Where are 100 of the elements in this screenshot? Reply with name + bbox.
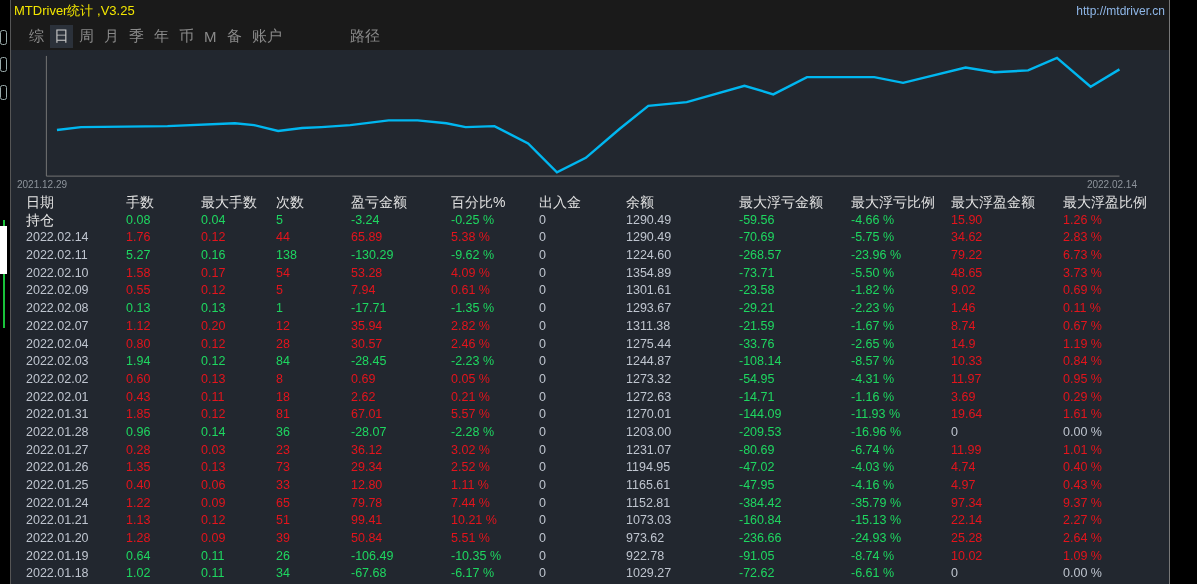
table-cell-text: 1.46 bbox=[951, 300, 977, 318]
table-cell-text: 1.28 bbox=[126, 530, 152, 548]
table-cell-text: 2022.02.14 bbox=[26, 229, 90, 247]
table-cell-text: 0.28 bbox=[126, 441, 152, 459]
table-cell-text: 2.46 % bbox=[451, 335, 491, 353]
table-cell-text: 7.44 % bbox=[451, 494, 491, 512]
table-cell-text: -8.74 % bbox=[851, 547, 896, 565]
table-cell-text: -6.74 % bbox=[851, 441, 896, 459]
table-cell-text: 0.29 % bbox=[1063, 388, 1103, 406]
tab[interactable]: 路径 bbox=[345, 24, 384, 48]
table-cell-text: 5.27 bbox=[126, 247, 152, 265]
tab[interactable]: 季 bbox=[125, 24, 148, 48]
table-cell-text: -5.50 % bbox=[851, 264, 896, 282]
table-cell-text: 1244.87 bbox=[626, 353, 673, 371]
table-cell-text: 0 bbox=[539, 300, 547, 318]
table-cell-text: -6.61 % bbox=[851, 565, 896, 583]
column-header: 最大手数 bbox=[201, 194, 258, 212]
table-cell-text: 99.41 bbox=[351, 512, 384, 530]
side-handle-icon[interactable] bbox=[0, 30, 8, 46]
table-cell-text: 5 bbox=[276, 211, 284, 229]
table-cell-text: 4.09 % bbox=[451, 264, 491, 282]
table-cell-text: 5.38 % bbox=[451, 229, 491, 247]
table-cell-text: 34.62 bbox=[951, 229, 984, 247]
table-cell-text: -23.96 % bbox=[851, 247, 903, 265]
table-cell-text: 39 bbox=[276, 530, 291, 548]
side-handle-icon[interactable] bbox=[0, 57, 8, 73]
tab[interactable]: M bbox=[200, 25, 221, 47]
table-cell-text: 0.09 bbox=[201, 494, 227, 512]
table-cell-text: 11.97 bbox=[951, 370, 983, 388]
table-cell-text: 0.21 % bbox=[451, 388, 491, 406]
table-cell-text: 0.09 bbox=[201, 530, 227, 548]
table-cell-text: -28.07 bbox=[351, 423, 388, 441]
table-cell-text: -28.45 bbox=[351, 353, 388, 371]
column-header: 次数 bbox=[276, 194, 305, 212]
table-cell-text: -59.56 bbox=[739, 211, 776, 229]
table-cell-text: 10.33 bbox=[951, 353, 984, 371]
table-cell-text: -209.53 bbox=[739, 423, 783, 441]
table-cell-text: -21.59 bbox=[739, 317, 776, 335]
table-cell-text: -47.02 bbox=[739, 459, 776, 477]
table-cell-text: 1290.49 bbox=[626, 229, 673, 247]
table-cell-text: 2022.01.24 bbox=[26, 494, 90, 512]
tab[interactable]: 年 bbox=[150, 24, 173, 48]
table-cell-text: 2022.02.02 bbox=[26, 370, 90, 388]
table-cell-text: 2022.01.26 bbox=[26, 459, 90, 477]
website-link[interactable]: http://mtdriver.cn bbox=[1076, 4, 1165, 18]
table-cell-text: 5.57 % bbox=[451, 406, 491, 424]
table-cell-text: -33.76 bbox=[739, 335, 776, 353]
table-cell-text: 12.80 bbox=[351, 477, 384, 494]
table-cell-text: 3.02 % bbox=[451, 441, 491, 459]
tab[interactable]: 综 bbox=[25, 24, 48, 48]
tab[interactable]: 币 bbox=[175, 24, 198, 48]
table-cell-text: 44 bbox=[276, 229, 291, 247]
table-cell-text: 0 bbox=[539, 388, 547, 406]
table-cell-text: 7.94 bbox=[351, 282, 377, 300]
table-cell-text: 28 bbox=[276, 335, 291, 353]
table-cell-text: -6.17 % bbox=[451, 565, 496, 583]
table-cell-text: 33 bbox=[276, 477, 291, 494]
table-cell-text: 1273.32 bbox=[626, 370, 673, 388]
table-cell-text: 15.90 bbox=[951, 211, 984, 229]
table-cell-text: -54.95 bbox=[739, 370, 776, 388]
table-cell-text: 0.80 bbox=[126, 335, 152, 353]
tab[interactable]: 账户 bbox=[247, 24, 286, 48]
tab[interactable]: 周 bbox=[75, 24, 98, 48]
side-handle-icon[interactable] bbox=[0, 85, 8, 101]
column-header: 最大浮盈金额 bbox=[951, 194, 1036, 212]
table-cell-text: 0.11 bbox=[201, 565, 226, 583]
table-cell-text: 10.02 bbox=[951, 547, 984, 565]
table-cell-text: 1.85 bbox=[126, 406, 152, 424]
tab[interactable]: 日 bbox=[50, 24, 73, 48]
table-cell-text: 0.12 bbox=[201, 353, 227, 371]
table-cell-text: 0 bbox=[539, 335, 547, 353]
table-cell-text: 2022.02.09 bbox=[26, 282, 90, 300]
tab[interactable]: 月 bbox=[100, 24, 123, 48]
table-cell-text: 1029.27 bbox=[626, 565, 673, 583]
table-cell-text: 1290.49 bbox=[626, 211, 673, 229]
table-cell-text: 0.13 bbox=[201, 459, 227, 477]
axis-label: 2022.02.14 bbox=[1086, 179, 1137, 190]
table-cell-text: -1.82 % bbox=[851, 282, 896, 300]
table-cell-text: 2022.01.19 bbox=[26, 547, 90, 565]
table-cell-text: 48.65 bbox=[951, 264, 984, 282]
table-cell-text: 1.61 % bbox=[1063, 406, 1103, 424]
table-cell-text: -5.75 % bbox=[851, 229, 896, 247]
table-cell-text: -130.29 bbox=[351, 247, 395, 265]
table-cell-text: 0.11 % bbox=[1063, 300, 1102, 318]
table-cell-text: -14.71 bbox=[739, 388, 776, 406]
column-header: 出入金 bbox=[539, 194, 582, 212]
table-cell-text: 0 bbox=[951, 565, 959, 583]
table-cell-text: 973.62 bbox=[626, 530, 666, 548]
table-cell-text: 1.02 bbox=[126, 565, 152, 583]
table-cell-text: 0.12 bbox=[201, 335, 227, 353]
table-cell-text: 1152.81 bbox=[626, 494, 672, 512]
table-cell-text: 0 bbox=[539, 211, 547, 229]
table-cell-text: 0.55 bbox=[126, 282, 152, 300]
column-header: 百分比% bbox=[451, 194, 507, 212]
table-cell-text: 0 bbox=[951, 423, 959, 441]
table-cell-text: 2.64 % bbox=[1063, 530, 1103, 548]
table-cell-text: 2022.01.27 bbox=[26, 441, 90, 459]
table-cell-text: 2022.01.18 bbox=[26, 565, 90, 583]
table-cell-text: -108.14 bbox=[739, 353, 783, 371]
tab[interactable]: 备 bbox=[222, 24, 246, 48]
